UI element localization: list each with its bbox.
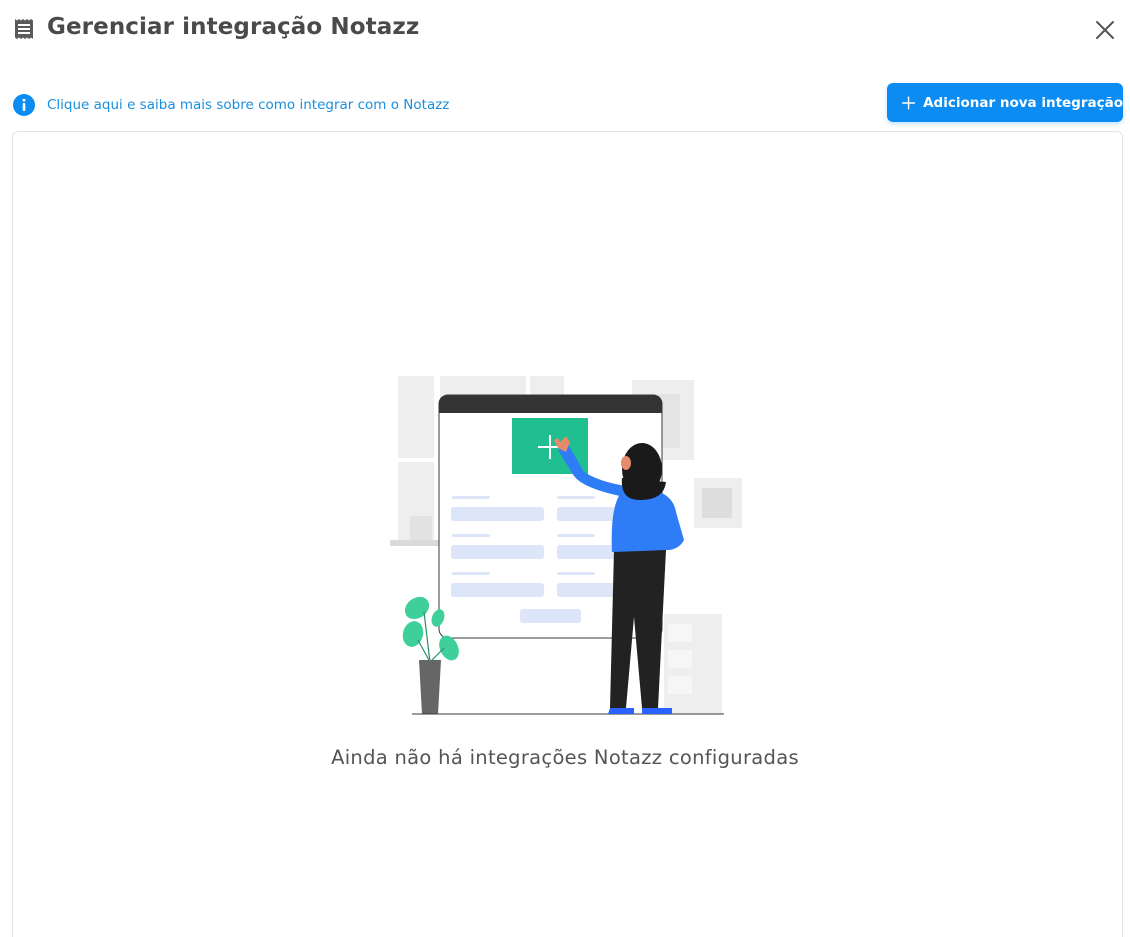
empty-state-illustration xyxy=(390,376,742,715)
help-link[interactable]: Clique aqui e saiba mais sobre como inte… xyxy=(13,93,449,117)
close-icon[interactable] xyxy=(1092,17,1118,43)
add-integration-label: Adicionar nova integração xyxy=(923,94,1123,111)
plus-icon xyxy=(902,95,916,110)
modal-header: Gerenciar integração Notazz xyxy=(0,0,1130,60)
receipt-icon xyxy=(15,19,33,39)
page-title: Gerenciar integração Notazz xyxy=(47,14,420,40)
help-link-text[interactable]: Clique aqui e saiba mais sobre como inte… xyxy=(47,97,449,113)
add-integration-button[interactable]: Adicionar nova integração xyxy=(887,83,1123,122)
info-icon xyxy=(13,94,35,116)
empty-state-message: Ainda não há integrações Notazz configur… xyxy=(331,746,799,769)
